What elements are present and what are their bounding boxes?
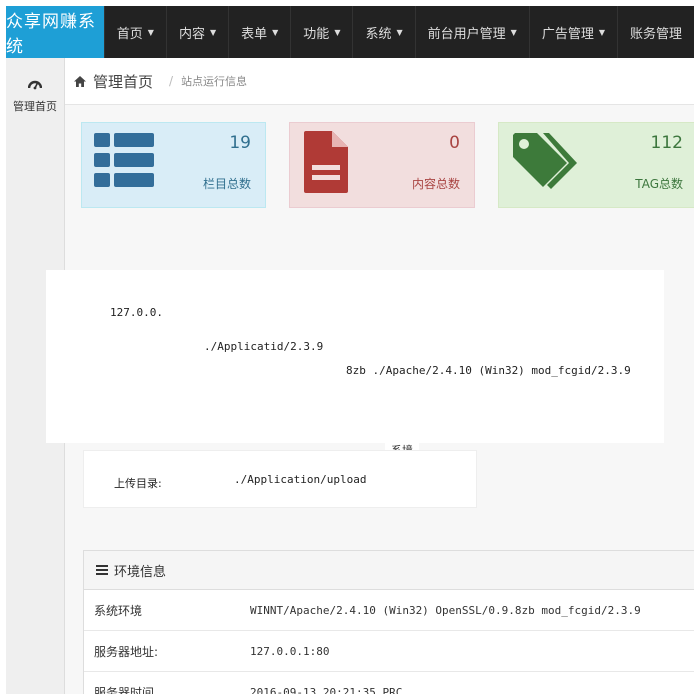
env-key: 系统环境 [94,603,143,618]
nav-ads[interactable]: 广告管理 ▼ [528,6,617,58]
list-icon [94,133,154,187]
chevron-down-icon: ▼ [147,27,154,37]
breadcrumb-separator: / [169,74,174,88]
brand-logo[interactable]: 众享网赚系统 [6,6,104,58]
env-panel-title: 环境信息 [114,564,167,580]
env-value: 127.0.0.1:80 [250,644,330,658]
sidebar-item-label: 管理首页 [13,100,57,113]
stat-card-tags[interactable]: 112 TAG总数 [498,122,694,208]
nav-label: 功能 [303,26,330,42]
stat-value: 112 [650,133,683,153]
env-info-panel: 环境信息 系统环境 WINNT/Apache/2.4.10 (Win32) Op… [83,550,694,694]
chevron-down-icon: ▼ [510,27,517,37]
chevron-down-icon: ▼ [334,27,341,37]
nav-label: 表单 [241,26,268,42]
env-value: WINNT/Apache/2.4.10 (Win32) OpenSSL/0.9.… [250,603,641,617]
stat-label: 内容总数 [411,177,460,191]
home-icon [74,75,86,87]
stat-card-contents[interactable]: 0 内容总数 [289,122,475,208]
chevron-down-icon: ▼ [272,27,279,37]
document-icon [304,131,348,193]
stat-card-columns[interactable]: 19 栏目总数 [81,122,266,208]
main-nav: 首页 ▼ 内容 ▼ 表单 ▼ 功能 ▼ 系统 ▼ 前台用户管理 ▼ 广告管理 ▼ 账务管理 [103,6,694,58]
app-path-fragment: ./Applicatid/2.3.9 [204,340,324,353]
chevron-down-icon: ▼ [209,27,217,37]
tags-icon [513,133,577,189]
env-key: 服务器地址: [94,644,159,659]
nav-content[interactable]: 内容 ▼ [165,6,228,58]
stat-label: 栏目总数 [202,177,251,191]
stat-value: 0 [449,133,460,153]
nav-frontend-users[interactable]: 前台用户管理 ▼ [414,6,529,58]
nav-label: 前台用户管理 [427,26,506,42]
app-frame: 众享网赚系统 首页 ▼ 内容 ▼ 表单 ▼ 功能 ▼ 系统 ▼ 前台用户管理 ▼ 广告管理 ▼… [6,6,694,694]
nav-system[interactable]: 系统 ▼ [352,6,414,58]
stat-value: 19 [229,133,251,153]
stat-label: TAG总数 [635,177,683,191]
breadcrumb: 管理首页 / 站点运行信息 [65,58,694,105]
nav-label: 账务管理 [629,26,682,42]
obscured-info-panel: 127.0.0. ./Applicatid/2.3.9 8zb ./Apache… [46,270,664,443]
main-content: 管理首页 / 站点运行信息 19 栏目总数 0 内容总数 112 TAG总数 1… [46,58,694,694]
nav-label: 系统 [365,26,392,42]
chevron-down-icon: ▼ [396,27,403,37]
upload-dir-value: ./Application/upload [234,473,367,486]
env-key: 服务器时间 [94,685,155,695]
sidebar-item-dashboard[interactable]: 管理首页 [6,58,64,114]
upload-dir-row: 上传目录: ./Application/upload [83,450,477,508]
nav-label: 首页 [116,26,143,42]
breadcrumb-subtitle: 站点运行信息 [181,75,248,88]
upload-dir-label: 上传目录: [114,477,162,490]
page-title: 管理首页 [93,72,154,91]
nav-forms[interactable]: 表单 ▼ [228,6,290,58]
nav-accounts[interactable]: 账务管理 [616,6,694,58]
nav-home[interactable]: 首页 ▼ [103,6,166,58]
table-row: 服务器时间 2016-09-13 20:21:35 PRC [84,672,694,695]
nav-functions[interactable]: 功能 ▼ [290,6,352,58]
table-row: 服务器地址: 127.0.0.1:80 [84,631,694,672]
env-value: 2016-09-13 20:21:35 PRC [250,685,403,695]
dashboard-icon [28,80,42,90]
nav-label: 广告管理 [541,26,594,42]
table-row: 系统环境 WINNT/Apache/2.4.10 (Win32) OpenSSL… [84,590,694,631]
top-navbar: 众享网赚系统 首页 ▼ 内容 ▼ 表单 ▼ 功能 ▼ 系统 ▼ 前台用户管理 ▼ 广告管理 ▼… [6,6,694,58]
server-ip-fragment: 127.0.0. [110,306,163,319]
chevron-down-icon: ▼ [598,27,605,37]
bars-icon [96,565,108,575]
nav-label: 内容 [178,26,205,42]
breadcrumb-home[interactable]: 管理首页 [73,71,153,92]
server-software-fragment: 8zb ./Apache/2.4.10 (Win32) mod_fcgid/2.… [346,364,631,377]
env-panel-header: 环境信息 [84,551,694,590]
